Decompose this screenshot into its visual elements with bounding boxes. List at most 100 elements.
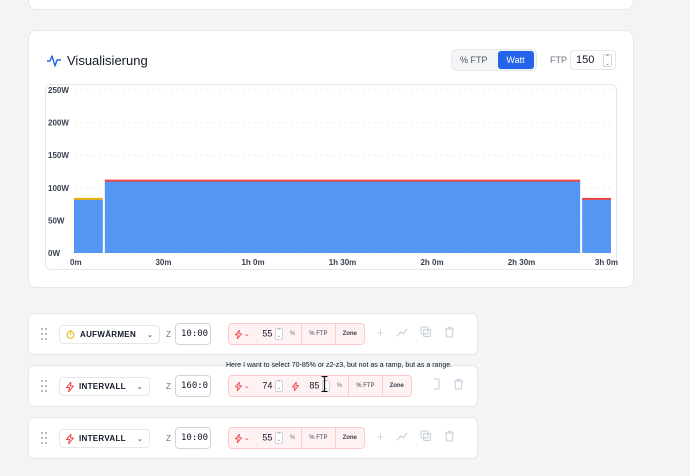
lightning-icon xyxy=(235,433,242,443)
ftp-value: 150 xyxy=(576,54,595,66)
power-group: ⌄ 74 ⌃ ⌄ 85 ⌃ ⌄% % FTP Zone xyxy=(228,375,412,397)
copy-icon[interactable] xyxy=(433,378,441,390)
power-chart-svg: 0W 50W 100W 150W 200W 250W 0m 30m 1h 0m 1h 30m 2h … xyxy=(48,86,618,267)
block-type-dropdown[interactable]: AUFWÄRMEN ⌄ xyxy=(59,325,161,344)
chart-segment-top-line xyxy=(582,197,611,200)
block-type-label: INTERVALL xyxy=(79,382,126,391)
lightning-icon xyxy=(66,433,74,444)
toggle-pct-ftp[interactable]: % FTP xyxy=(454,51,494,69)
toggle-watt[interactable]: Watt xyxy=(497,51,534,69)
chevron-down-icon: ⌄ xyxy=(147,331,154,339)
drag-handle[interactable] xyxy=(41,380,49,392)
y-tick-label: 100W xyxy=(48,184,69,193)
visualization-header: Visualisierung xyxy=(47,53,148,68)
lightning-icon xyxy=(235,329,242,339)
power-mode-selector[interactable]: ⌄ xyxy=(229,381,254,391)
power-value: 55 xyxy=(262,328,273,339)
y-tick-label: 200W xyxy=(48,119,69,128)
previous-card xyxy=(28,0,634,10)
power-value: 74 xyxy=(262,380,273,391)
x-tick-label: 3h 0m xyxy=(595,258,618,267)
duration-input[interactable]: 10:00 xyxy=(175,323,211,345)
ftp-stepper[interactable]: ⌃ ⌄ xyxy=(603,54,612,67)
power-mode-selector-max[interactable] xyxy=(286,381,303,391)
x-tick-label: 0m xyxy=(70,258,82,267)
chevron-down-icon: ⌄ xyxy=(244,383,250,390)
power-max-value: 85 xyxy=(309,380,320,391)
timer-icon xyxy=(66,330,75,339)
z-label: Z xyxy=(166,330,171,339)
duration-input[interactable]: 160:0 xyxy=(175,375,211,397)
power-max-input[interactable]: 85 ⌃ ⌄ xyxy=(303,380,333,392)
y-tick-label: 0W xyxy=(48,249,60,258)
add-icon[interactable]: + xyxy=(377,326,384,340)
add-icon[interactable]: + xyxy=(377,430,384,444)
chart-segment-bar xyxy=(582,198,611,253)
activity-icon xyxy=(47,54,61,67)
ramp-icon[interactable] xyxy=(396,326,408,338)
visualization-card: Visualisierung % FTP Watt FTP 150 ⌃ ⌄ 0W 5… xyxy=(28,30,634,288)
power-group: ⌄ 55 ⌃ ⌄% % FTP Zone xyxy=(228,323,365,345)
zone-chip[interactable]: Zone xyxy=(334,427,364,449)
trash-icon[interactable] xyxy=(453,378,464,390)
power-stepper[interactable]: ⌃ ⌄ xyxy=(274,328,283,340)
power-stepper[interactable]: ⌃ ⌄ xyxy=(274,380,283,392)
z-label: Z xyxy=(166,434,171,443)
chart-segment-bar xyxy=(104,180,581,253)
power-input[interactable]: 55 ⌃ ⌄ xyxy=(254,432,286,444)
text-cursor-icon xyxy=(321,376,328,392)
annotation-note: Here I want to select 70-85% or z2-z3, b… xyxy=(226,362,453,369)
power-unit: % xyxy=(289,331,296,337)
block-type-label: AUFWÄRMEN xyxy=(80,330,137,339)
power-chart: 0W 50W 100W 150W 200W 250W 0m 30m 1h 0m 1h 30m 2h … xyxy=(45,84,618,270)
drag-handle[interactable] xyxy=(41,432,49,444)
drag-handle[interactable] xyxy=(41,328,49,340)
power-input[interactable]: 74 ⌃ ⌄ xyxy=(254,380,286,392)
chart-segment-top-line xyxy=(104,179,581,182)
trash-icon[interactable] xyxy=(444,326,455,338)
ftp-input[interactable]: 150 ⌃ ⌄ xyxy=(570,50,616,70)
pct-ftp-chip[interactable]: % FTP xyxy=(348,375,381,397)
block-type-label: INTERVALL xyxy=(79,434,126,443)
x-tick-label: 30m xyxy=(155,258,171,267)
copy-icon[interactable] xyxy=(420,430,432,442)
ramp-icon[interactable] xyxy=(396,430,408,442)
lightning-icon xyxy=(291,381,299,391)
power-group: ⌄ 55 ⌃ ⌄% % FTP Zone xyxy=(228,427,365,449)
chevron-down-icon: ⌄ xyxy=(136,383,144,391)
duration-input[interactable]: 10:00 xyxy=(175,427,211,449)
pct-ftp-chip[interactable]: % FTP xyxy=(301,427,334,449)
block-actions: + xyxy=(377,326,455,340)
block-type-dropdown[interactable]: INTERVALL ⌄ xyxy=(59,429,151,448)
block-actions: + xyxy=(377,430,455,444)
chevron-down-icon: ⌄ xyxy=(244,331,250,338)
workout-block-row: INTERVALL ⌄ Z 160:0 ⌄ 74 ⌃ ⌄ 85 ⌃ ⌄% % FTP Zone xyxy=(28,365,478,407)
power-mode-selector[interactable]: ⌄ xyxy=(229,329,254,339)
power-mode-selector[interactable]: ⌄ xyxy=(229,433,254,443)
x-tick-label: 2h 0m xyxy=(420,258,443,267)
power-stepper[interactable]: ⌃ ⌄ xyxy=(274,432,283,444)
lightning-icon xyxy=(235,381,242,391)
z-label: Z xyxy=(166,382,171,391)
power-value: 55 xyxy=(262,432,273,443)
y-tick-label: 50W xyxy=(48,216,65,225)
chart-segment-top-line xyxy=(74,197,103,200)
zone-chip[interactable]: Zone xyxy=(334,323,364,345)
zone-chip[interactable]: Zone xyxy=(381,375,411,397)
y-tick-label: 150W xyxy=(48,151,69,160)
x-tick-label: 1h 0m xyxy=(241,258,264,267)
power-input[interactable]: 55 ⌃ ⌄ xyxy=(254,328,286,340)
power-unit: % xyxy=(336,383,343,389)
visualization-title: Visualisierung xyxy=(67,53,148,68)
x-tick-label: 2h 30m xyxy=(508,258,536,267)
trash-icon[interactable] xyxy=(444,430,455,442)
unit-toggle: % FTP Watt xyxy=(451,49,537,71)
lightning-icon xyxy=(66,381,74,392)
x-tick-label: 1h 30m xyxy=(329,258,357,267)
block-actions xyxy=(433,378,464,390)
block-type-dropdown[interactable]: INTERVALL ⌄ xyxy=(59,377,151,396)
chart-segment-bar xyxy=(74,198,103,253)
pct-ftp-chip[interactable]: % FTP xyxy=(301,323,334,345)
copy-icon[interactable] xyxy=(420,326,432,338)
power-unit: % xyxy=(289,435,296,441)
